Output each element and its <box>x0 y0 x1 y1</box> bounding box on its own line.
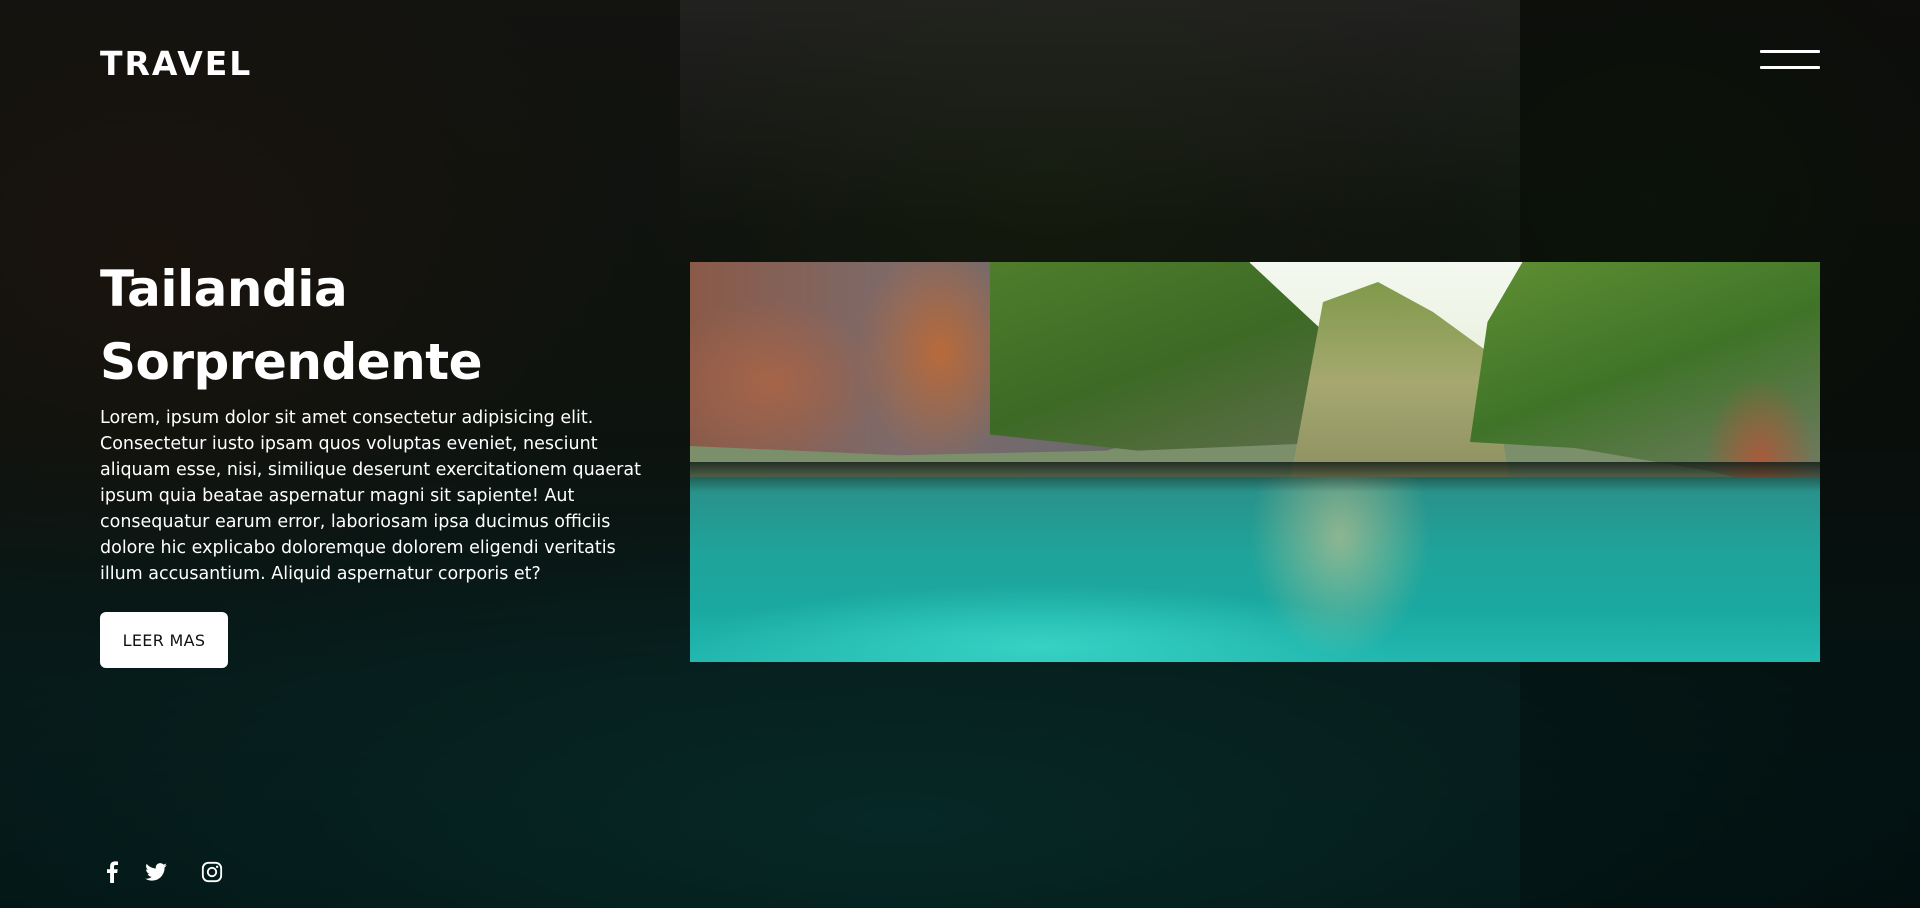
read-more-button[interactable]: LEER MAS <box>100 612 228 668</box>
landing-page: TRAVEL Tailandia Sorprendente Lorem, ips… <box>0 0 1920 908</box>
background-top-band <box>680 0 1520 230</box>
hero-title-line1: Tailandia <box>100 260 348 318</box>
hero-description: Lorem, ipsum dolor sit amet consectetur … <box>100 408 641 584</box>
hamburger-menu-icon[interactable] <box>1758 46 1822 76</box>
feature-image-water <box>690 477 1820 662</box>
site-logo[interactable]: TRAVEL <box>100 44 252 83</box>
hero-title-line2: Sorprendente <box>100 333 483 391</box>
hero-title: Tailandia Sorprendente <box>100 253 660 399</box>
feature-image-shoreline <box>690 462 1820 492</box>
instagram-icon[interactable] <box>200 860 224 884</box>
twitter-icon[interactable] <box>144 860 168 884</box>
facebook-icon[interactable] <box>100 860 124 884</box>
menu-bar-top <box>1760 50 1820 53</box>
menu-bar-bottom <box>1760 66 1820 69</box>
feature-image <box>690 262 1820 662</box>
social-links <box>100 860 224 884</box>
